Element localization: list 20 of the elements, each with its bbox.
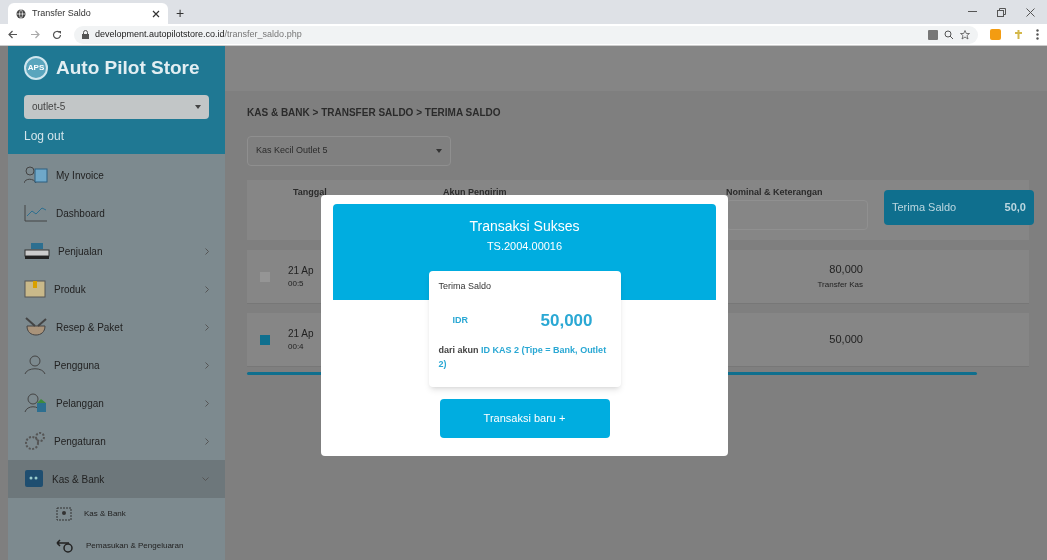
column-header: Tanggal bbox=[293, 188, 328, 197]
url-text: development.autopilotstore.co.id/transfer_saldo.php bbox=[95, 27, 302, 41]
dialog-title: Transaksi Sukses bbox=[469, 219, 580, 233]
source-account-text: dari akun ID KAS 2 (Tipe = Bank, Outlet 2) bbox=[438, 343, 608, 371]
breadcrumb: KAS & BANK > TRANSFER SALDO > TERIMA SALDO bbox=[247, 106, 502, 120]
brand-name: Auto Pilot Store bbox=[56, 56, 200, 80]
column-header: Akun Pengirim bbox=[443, 188, 508, 197]
time-text: 00:5 bbox=[288, 279, 305, 288]
transaction-number: TS.2004.00016 bbox=[486, 241, 563, 252]
currency-text: IDR bbox=[452, 314, 468, 327]
amount-text: 80,000 bbox=[829, 264, 863, 275]
date-text: 21 Ap bbox=[288, 265, 315, 276]
date-text: 21 Ap bbox=[288, 328, 315, 339]
amount-text: 50,000 bbox=[829, 334, 863, 345]
logo: APS bbox=[24, 56, 48, 81]
note-text: Transfer Kas bbox=[817, 281, 863, 289]
column-header: Nominal & Keterangan bbox=[726, 188, 824, 197]
time-text: 00:4 bbox=[288, 342, 305, 351]
card-title: Terima Saldo bbox=[438, 282, 493, 291]
amount-text: 50,000 bbox=[540, 310, 593, 332]
